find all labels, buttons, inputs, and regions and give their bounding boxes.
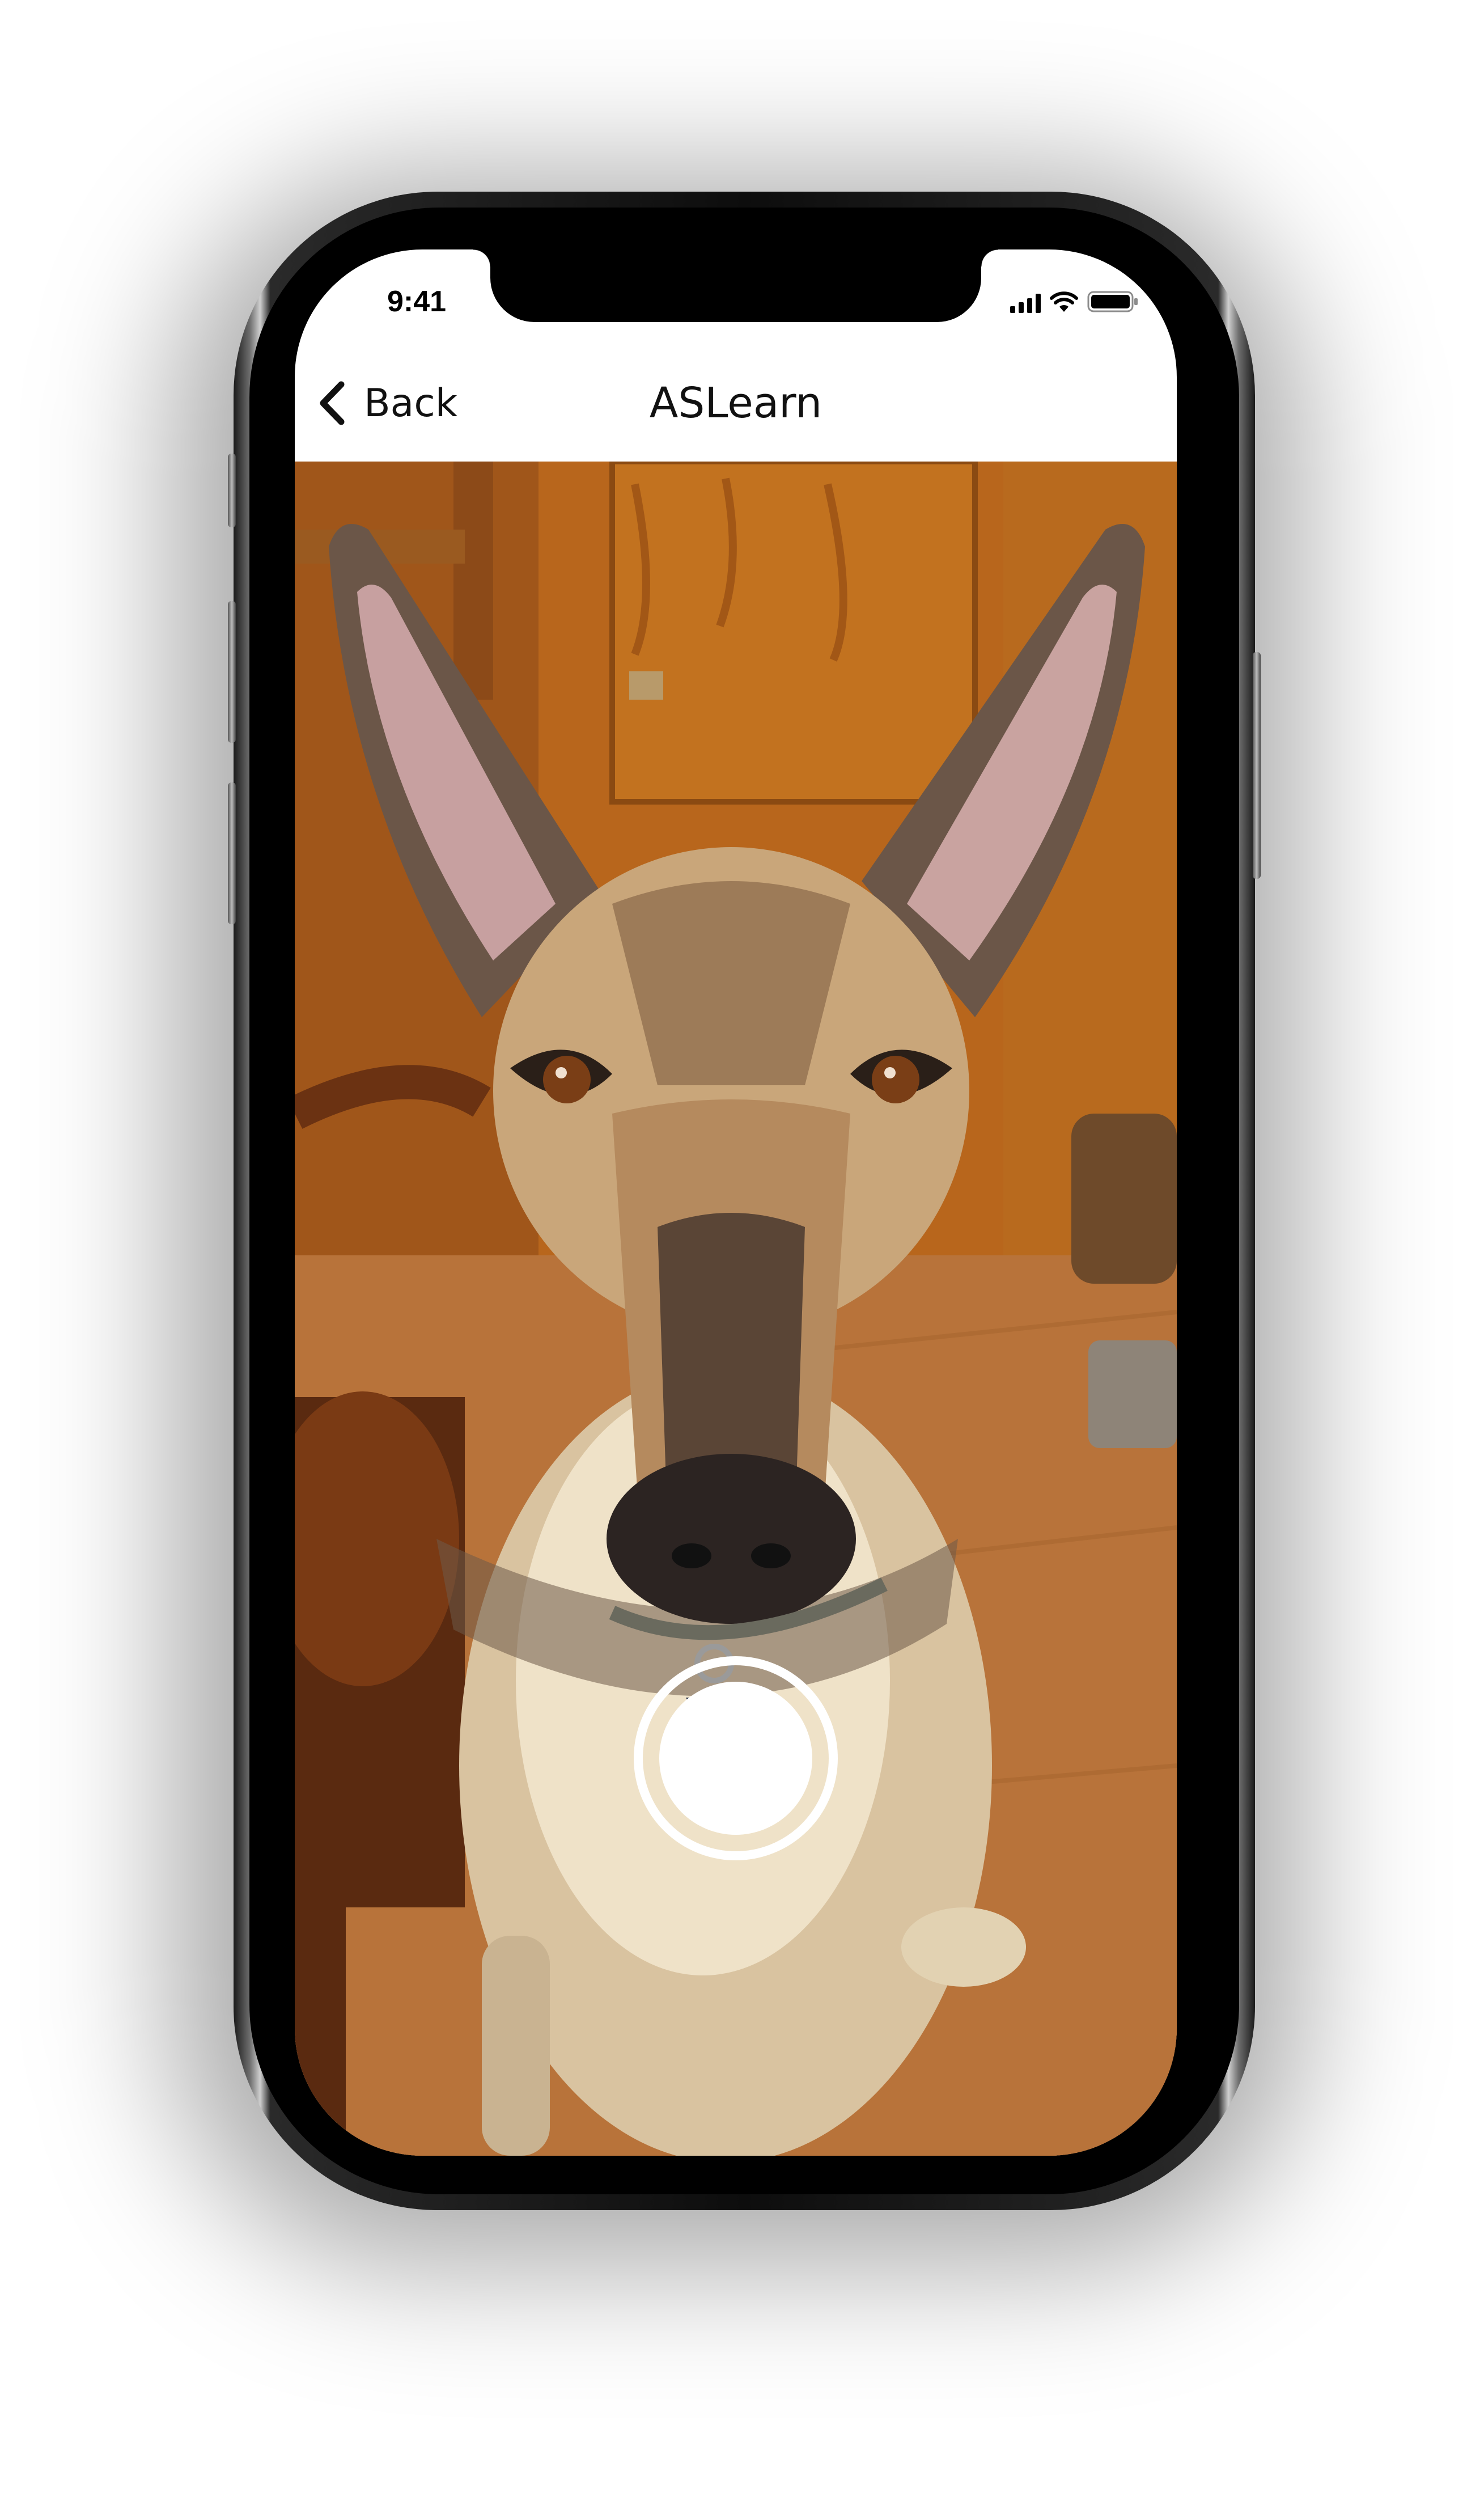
- notch: [473, 249, 998, 322]
- battery-icon: [1087, 291, 1138, 312]
- cellular-signal-icon: [1010, 293, 1041, 313]
- volume-up-button: [228, 601, 236, 743]
- status-time: 9:41: [387, 285, 447, 318]
- power-button: [1253, 652, 1261, 879]
- shutter-button-icon: [634, 1656, 838, 1860]
- phone-screen: 9:41 Back ASLearn: [295, 249, 1177, 2156]
- camera-preview: [295, 462, 1177, 2156]
- silent-switch: [228, 454, 236, 527]
- shutter-button[interactable]: [631, 1653, 841, 1863]
- volume-down-button: [228, 782, 236, 924]
- app-title: ASLearn: [649, 379, 822, 428]
- camera-preview-image: [295, 462, 1177, 2156]
- wifi-icon: [1050, 291, 1078, 312]
- status-icons: [1010, 290, 1139, 313]
